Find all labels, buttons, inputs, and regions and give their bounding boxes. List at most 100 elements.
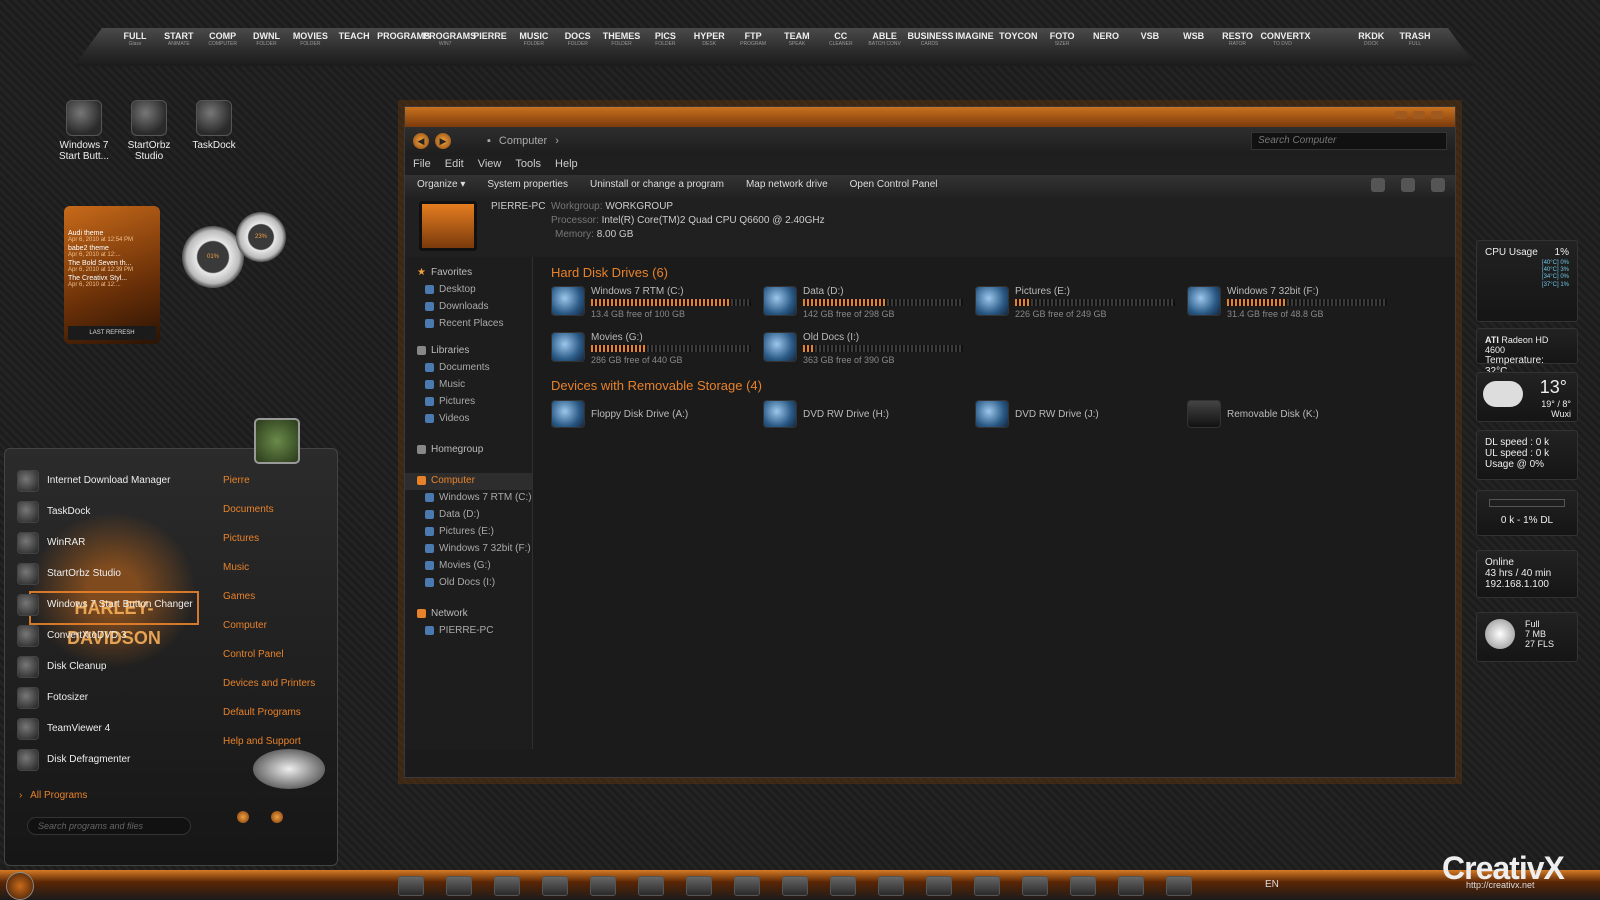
start-program-item[interactable]: ConvertXtoDVD 3: [17, 620, 217, 651]
minimize-button[interactable]: [1395, 111, 1407, 119]
nav-desktop[interactable]: Desktop: [405, 282, 532, 299]
news-item[interactable]: The Bold Seven th... Apr 6, 2010 at 12:39…: [68, 260, 156, 273]
taskbar-app-icon[interactable]: [638, 876, 664, 896]
drive-item[interactable]: Movies (G:) 286 GB free of 440 GB: [551, 332, 763, 370]
drive-removable-k[interactable]: Removable Disk (K:): [1187, 399, 1399, 429]
dock-item[interactable]: HYPER DESK: [688, 32, 730, 66]
taskbar-app-icon[interactable]: [1166, 876, 1192, 896]
start-program-item[interactable]: TaskDock: [17, 496, 217, 527]
start-program-item[interactable]: Disk Defragmenter: [17, 744, 217, 775]
start-program-item[interactable]: StartOrbz Studio: [17, 558, 217, 589]
menu-file[interactable]: File: [413, 158, 431, 172]
language-indicator[interactable]: EN: [1265, 879, 1279, 890]
weather-gadget[interactable]: 13° 19° / 8° Wuxi: [1476, 372, 1578, 422]
nav-pictures[interactable]: Pictures: [405, 394, 532, 411]
nav-drive-f[interactable]: Windows 7 32bit (F:): [405, 541, 532, 558]
nav-documents[interactable]: Documents: [405, 360, 532, 377]
back-button[interactable]: ◀: [413, 133, 429, 149]
dock-item[interactable]: START ANIMATE: [158, 32, 200, 66]
dock-item[interactable]: MOVIES FOLDER: [289, 32, 331, 66]
breadcrumb[interactable]: Computer: [499, 135, 547, 147]
nav-libraries[interactable]: Libraries: [405, 343, 532, 360]
start-place-item[interactable]: Pierre: [223, 475, 327, 504]
news-item[interactable]: babe2 theme Apr 6, 2010 at 12:...: [68, 245, 156, 258]
dock-item[interactable]: COMP COMPUTER: [202, 32, 244, 66]
start-orb-button[interactable]: [6, 872, 34, 900]
dock-item[interactable]: TEACH: [333, 32, 375, 66]
all-programs-button[interactable]: › All Programs: [19, 790, 87, 801]
taskbar-app-icon[interactable]: [878, 876, 904, 896]
shutdown-button[interactable]: [237, 811, 249, 823]
nav-favorites[interactable]: ★ Favorites: [405, 265, 532, 282]
drive-item[interactable]: Pictures (E:) 226 GB free of 249 GB: [975, 286, 1187, 324]
uninstall-program-button[interactable]: Uninstall or change a program: [590, 179, 724, 193]
drive-floppy-a[interactable]: Floppy Disk Drive (A:): [551, 399, 763, 429]
start-place-item[interactable]: Games: [223, 591, 327, 620]
open-control-panel-button[interactable]: Open Control Panel: [850, 179, 938, 193]
taskbar-app-icon[interactable]: [542, 876, 568, 896]
map-network-drive-button[interactable]: Map network drive: [746, 179, 828, 193]
dock-item[interactable]: PROGRAMS WIN7: [423, 32, 467, 66]
dock-item[interactable]: ABLE BATCH CONV: [864, 32, 906, 66]
taskbar-app-icon[interactable]: [1118, 876, 1144, 896]
news-item[interactable]: Audi theme Apr 6, 2010 at 12:54 PM: [68, 230, 156, 243]
dock-item[interactable]: FOTO SIZER: [1041, 32, 1083, 66]
last-refresh-button[interactable]: LAST REFRESH: [68, 326, 156, 340]
nav-drive-e[interactable]: Pictures (E:): [405, 524, 532, 541]
dock-item[interactable]: DOCS FOLDER: [557, 32, 599, 66]
shutdown-options-button[interactable]: [271, 811, 283, 823]
nav-drive-c[interactable]: Windows 7 RTM (C:): [405, 490, 532, 507]
taskbar-app-icon[interactable]: [734, 876, 760, 896]
nav-downloads[interactable]: Downloads: [405, 299, 532, 316]
title-bar[interactable]: [405, 107, 1455, 127]
taskbar-app-icon[interactable]: [398, 876, 424, 896]
drive-dvd-h[interactable]: DVD RW Drive (H:): [763, 399, 975, 429]
drive-item[interactable]: Windows 7 RTM (C:) 13.4 GB free of 100 G…: [551, 286, 763, 324]
start-place-item[interactable]: Default Programs: [223, 707, 327, 736]
taskbar-app-icon[interactable]: [974, 876, 1000, 896]
start-program-item[interactable]: Fotosizer: [17, 682, 217, 713]
nav-homegroup[interactable]: Homegroup: [405, 442, 532, 459]
start-place-item[interactable]: Control Panel: [223, 649, 327, 678]
nav-drive-g[interactable]: Movies (G:): [405, 558, 532, 575]
nav-drive-i[interactable]: Old Docs (I:): [405, 575, 532, 592]
dock-item[interactable]: TEAM SPEAK: [776, 32, 818, 66]
dock-item[interactable]: WSB: [1173, 32, 1215, 66]
removable-storage-header[interactable]: Devices with Removable Storage (4): [551, 378, 1437, 393]
search-input[interactable]: Search Computer: [1251, 132, 1447, 150]
dock-item[interactable]: BUSINESS CARDS: [908, 32, 952, 66]
taskbar-app-icon[interactable]: [1022, 876, 1048, 896]
dock-item[interactable]: TOYCON: [997, 32, 1039, 66]
drive-item[interactable]: Data (D:) 142 GB free of 298 GB: [763, 286, 975, 324]
dock-item[interactable]: RESTO RATOR: [1217, 32, 1259, 66]
taskbar-app-icon[interactable]: [782, 876, 808, 896]
recycle-bin-gadget[interactable]: Full 7 MB 27 FLS: [1476, 612, 1578, 662]
start-place-item[interactable]: Music: [223, 562, 327, 591]
preview-pane-icon[interactable]: [1401, 178, 1415, 192]
start-program-item[interactable]: Disk Cleanup: [17, 651, 217, 682]
dock-item[interactable]: PROGRAMS: [377, 32, 421, 66]
desktop-icon-win7-start-button[interactable]: Windows 7 Start Butt...: [48, 100, 120, 162]
dock-item[interactable]: FULL Glass: [114, 32, 156, 66]
nav-network[interactable]: Network: [405, 606, 532, 623]
start-program-item[interactable]: WinRAR: [17, 527, 217, 558]
dock-item[interactable]: THEMES FOLDER: [601, 32, 643, 66]
taskbar-app-icon[interactable]: [590, 876, 616, 896]
dock-item[interactable]: CC CLEANER: [820, 32, 862, 66]
dock-item[interactable]: TRASH FULL: [1394, 32, 1436, 66]
start-program-item[interactable]: Windows 7 Start Button Changer: [17, 589, 217, 620]
view-options-icon[interactable]: [1371, 178, 1385, 192]
help-icon[interactable]: [1431, 178, 1445, 192]
taskbar-app-icon[interactable]: [1070, 876, 1096, 896]
start-place-item[interactable]: Computer: [223, 620, 327, 649]
close-button[interactable]: [1431, 111, 1443, 119]
menu-edit[interactable]: Edit: [445, 158, 464, 172]
start-place-item[interactable]: Devices and Printers: [223, 678, 327, 707]
start-place-item[interactable]: Documents: [223, 504, 327, 533]
hard-disk-drives-header[interactable]: Hard Disk Drives (6): [551, 265, 1437, 280]
taskbar-app-icon[interactable]: [446, 876, 472, 896]
start-program-item[interactable]: Internet Download Manager: [17, 465, 217, 496]
drive-dvd-j[interactable]: DVD RW Drive (J:): [975, 399, 1187, 429]
dock-item[interactable]: [1306, 32, 1348, 66]
dock-item[interactable]: FTP PROGRAM: [732, 32, 774, 66]
